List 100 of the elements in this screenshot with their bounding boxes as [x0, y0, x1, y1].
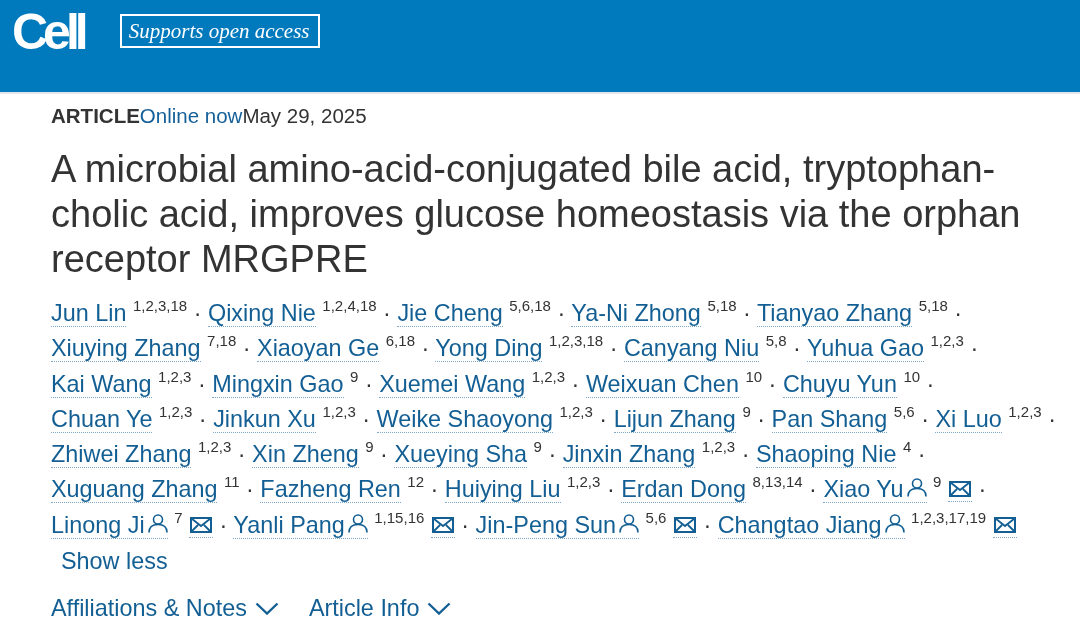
- author-link[interactable]: Jinxin Zhang: [562, 441, 696, 469]
- author-link[interactable]: Linong Ji: [51, 511, 168, 539]
- author-link[interactable]: Xiao Yu: [823, 476, 927, 504]
- author-separator: ·: [743, 300, 751, 326]
- author-link[interactable]: Lijun Zhang: [613, 405, 736, 433]
- author-separator: ·: [970, 335, 979, 362]
- author-link[interactable]: Xin Zheng: [252, 441, 359, 469]
- affiliation-numbers: 10: [903, 367, 921, 385]
- person-icon: [906, 478, 927, 498]
- affiliation-numbers: 5,18: [918, 297, 948, 314]
- author-link[interactable]: Zhiwei Zhang: [51, 441, 192, 469]
- author-separator: ·: [197, 370, 206, 397]
- affiliation-numbers: 6,18: [385, 332, 415, 350]
- affiliation-numbers: 10: [745, 367, 763, 385]
- affiliation-numbers: 8,13,14: [752, 473, 803, 491]
- author-separator: ·: [768, 370, 777, 397]
- journal-logo[interactable]: Cell: [12, 7, 89, 57]
- author-link[interactable]: Xiaoyan Ge: [257, 335, 380, 363]
- author-separator: ·: [193, 300, 202, 326]
- author-link[interactable]: Ya-Ni Zhong: [571, 300, 701, 327]
- affiliation-numbers: 5,6: [893, 402, 915, 420]
- author-link[interactable]: Chuan Ye: [51, 405, 153, 433]
- author-link[interactable]: Pan Shang: [771, 405, 888, 433]
- section-toggle[interactable]: Affiliations & Notes: [51, 593, 279, 622]
- author-separator: ·: [793, 335, 801, 362]
- author-link[interactable]: Mingxin Gao: [212, 370, 344, 398]
- email-link[interactable]: [430, 516, 455, 538]
- affiliation-numbers: 11: [224, 473, 240, 491]
- open-access-badge: Supports open access: [119, 14, 320, 48]
- author-link[interactable]: Xuguang Zhang: [51, 476, 218, 504]
- author-separator: ·: [703, 511, 712, 538]
- affiliation-numbers: 1,2,3: [197, 438, 232, 456]
- author-separator: ·: [921, 405, 929, 432]
- affiliation-numbers: 1,2,3: [1008, 402, 1042, 420]
- email-link[interactable]: [189, 516, 213, 538]
- author-link[interactable]: Jin-Peng Sun: [475, 511, 640, 539]
- envelope-icon: [190, 516, 212, 533]
- person-icon: [619, 513, 640, 533]
- author-link[interactable]: Weixuan Chen: [585, 370, 739, 398]
- affiliation-numbers: 1,2,3: [930, 332, 964, 350]
- author-separator: ·: [609, 335, 618, 362]
- affiliation-numbers: 7: [174, 508, 183, 526]
- author-link[interactable]: Yuhua Gao: [806, 335, 924, 363]
- affiliation-numbers: 1,2,3: [701, 438, 736, 456]
- author-separator: ·: [978, 476, 987, 503]
- affiliation-numbers: 1,2,4,18: [322, 297, 377, 314]
- author-separator: ·: [246, 476, 254, 503]
- affiliation-numbers: 9: [742, 402, 751, 420]
- author-separator: ·: [809, 476, 817, 503]
- email-link[interactable]: [672, 516, 697, 538]
- author-separator: ·: [219, 511, 228, 538]
- author-link[interactable]: Xuemei Wang: [379, 370, 526, 398]
- author-separator: ·: [926, 370, 935, 397]
- author-link[interactable]: Erdan Dong: [621, 476, 747, 504]
- affiliation-numbers: 5,6: [645, 508, 667, 526]
- author-separator: ·: [380, 441, 388, 468]
- author-link[interactable]: Chuyu Yun: [782, 370, 897, 398]
- author-link[interactable]: Canyang Niu: [623, 335, 760, 363]
- affiliation-numbers: 1,2,3: [322, 402, 356, 420]
- author-link[interactable]: Changtao Jiang: [717, 511, 905, 539]
- author-link[interactable]: Weike Shaoyong: [376, 405, 553, 433]
- affiliation-numbers: 7,18: [207, 332, 237, 350]
- affiliation-numbers: 4: [902, 438, 912, 456]
- affiliation-numbers: 1,2,3,17,19: [911, 508, 987, 526]
- envelope-icon: [993, 516, 1016, 533]
- author-separator: ·: [430, 476, 439, 503]
- person-icon: [347, 513, 368, 533]
- author-link[interactable]: Yanli Pang: [233, 511, 368, 539]
- author-separator: ·: [364, 370, 373, 397]
- author-link[interactable]: Shaoping Nie: [755, 441, 897, 469]
- affiliation-numbers: 1,2,3: [158, 367, 192, 385]
- author-link[interactable]: Jun Lin: [51, 300, 127, 327]
- author-separator: ·: [461, 511, 470, 538]
- author-separator: ·: [362, 405, 371, 432]
- author-link[interactable]: Xi Luo: [935, 405, 1002, 433]
- section-toggle[interactable]: Article Info: [308, 593, 452, 622]
- affiliation-numbers: 9: [933, 473, 942, 491]
- article-title: A microbial amino-acid-conjugated bile acid, tryptophan-cholic acid, improves glucose homeostasis via the orphan receptor MRGPRE: [51, 147, 1022, 282]
- author-link[interactable]: Jie Cheng: [397, 300, 503, 327]
- author-link[interactable]: Xueying Sha: [394, 441, 528, 469]
- author-link[interactable]: Jinkun Xu: [213, 405, 316, 433]
- author-separator: ·: [741, 441, 750, 468]
- envelope-icon: [948, 481, 971, 498]
- affiliation-numbers: 5,18: [707, 297, 737, 314]
- author-link[interactable]: Tianyao Zhang: [756, 300, 913, 327]
- author-separator: ·: [237, 441, 246, 468]
- author-link[interactable]: Kai Wang: [51, 370, 152, 398]
- email-link[interactable]: [947, 481, 972, 503]
- show-less-link[interactable]: Show less: [61, 546, 168, 577]
- author-link[interactable]: Qixing Nie: [207, 300, 316, 327]
- author-link[interactable]: Fazheng Ren: [260, 476, 401, 504]
- author-link[interactable]: Huiying Liu: [444, 476, 561, 504]
- author-separator: ·: [557, 300, 566, 326]
- author-link[interactable]: Xiuying Zhang: [51, 335, 201, 363]
- email-link[interactable]: [992, 516, 1017, 538]
- author-separator: ·: [599, 405, 608, 432]
- author-separator: ·: [198, 405, 207, 432]
- affiliation-numbers: 9: [350, 367, 359, 385]
- affiliation-numbers: 9: [533, 438, 542, 456]
- author-link[interactable]: Yong Ding: [435, 335, 543, 363]
